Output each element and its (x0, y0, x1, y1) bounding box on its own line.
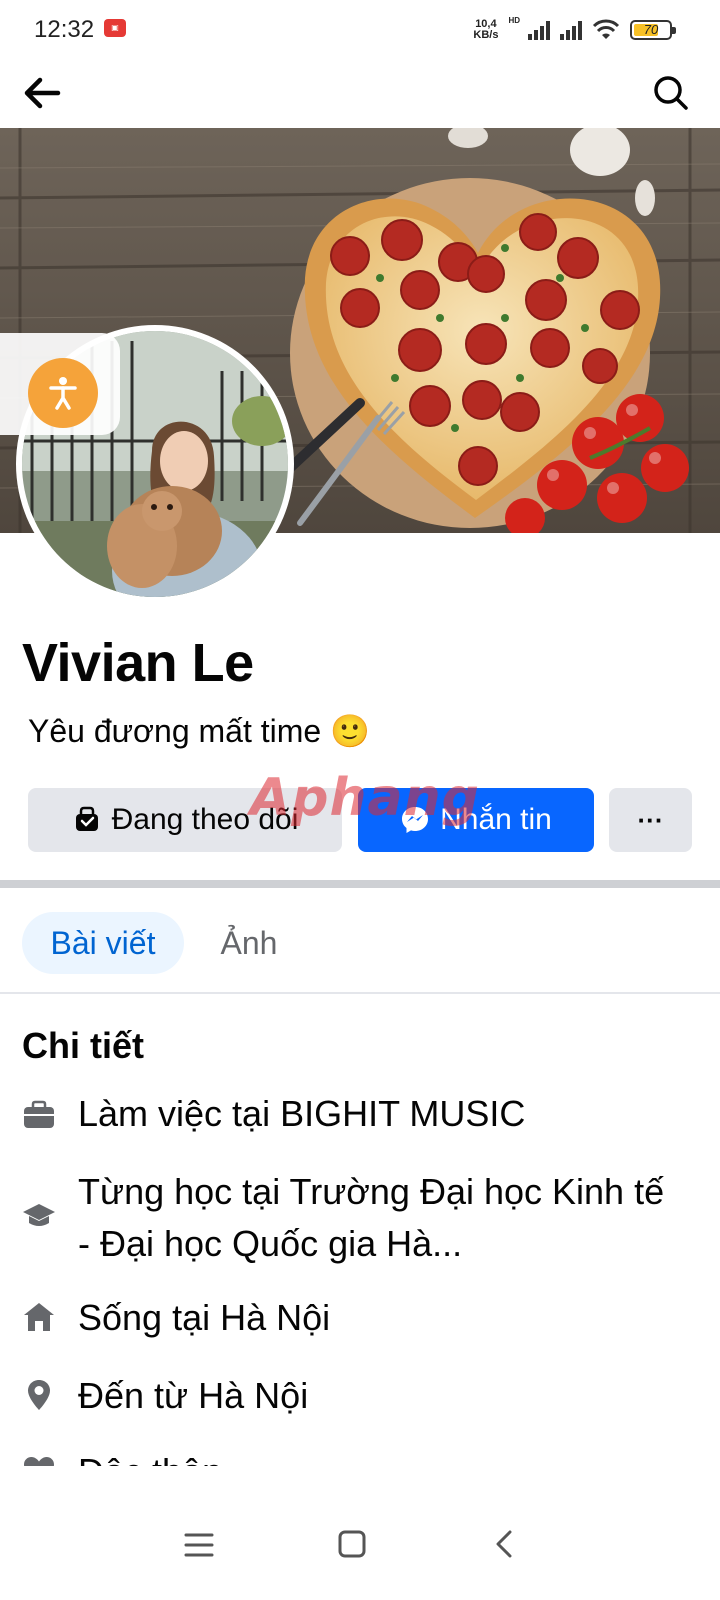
profile-screen: 12:32 ▣ 10,4 KB/s HD 70 Vivian Le Yêu đư… (0, 0, 720, 1600)
tab-photos[interactable]: Ảnh (204, 912, 294, 974)
profile-tabs: Bài viết Ảnh (0, 888, 720, 994)
section-divider (0, 880, 720, 888)
profile-name: Vivian Le (22, 633, 254, 693)
home-button-icon[interactable] (337, 1529, 367, 1559)
network-speed-unit: KB/s (473, 29, 499, 41)
system-nav-bar (0, 1500, 720, 1600)
battery-level: 70 (643, 22, 659, 37)
tab-posts[interactable]: Bài viết (22, 912, 184, 974)
network-speed: 10,4 KB/s (473, 19, 498, 41)
arrow-left-icon (24, 77, 61, 109)
wifi-icon (592, 19, 620, 39)
home-icon (24, 1303, 54, 1331)
top-nav (0, 60, 720, 128)
location-pin-icon (28, 1380, 50, 1410)
message-label: Nhắn tin (440, 803, 552, 836)
accessibility-icon (49, 377, 77, 410)
profile-actions: Đang theo dõi Nhắn tin ··· (28, 788, 692, 852)
hd-label: HD (508, 16, 520, 25)
search-icon (654, 76, 688, 110)
search-button[interactable] (646, 68, 696, 118)
signal-2-icon (560, 20, 582, 40)
profile-bio: Yêu đương mất time 🙂 (28, 713, 370, 749)
message-button[interactable]: Nhắn tin (358, 788, 594, 852)
detail-lives-in-text: Sống tại Hà Nội (78, 1297, 331, 1338)
detail-work-text: Làm việc tại BIGHIT MUSIC (78, 1093, 526, 1134)
recent-apps-icon[interactable] (184, 1530, 214, 1560)
following-button[interactable]: Đang theo dõi (28, 788, 342, 852)
status-icons: 10,4 KB/s HD 70 (473, 16, 676, 44)
briefcase-icon (24, 1100, 54, 1128)
following-label: Đang theo dõi (111, 803, 299, 836)
graduation-cap-icon (23, 1204, 55, 1226)
status-bar: 12:32 ▣ 10,4 KB/s HD 70 (0, 0, 720, 60)
details-heading: Chi tiết (22, 1025, 144, 1066)
back-button[interactable] (18, 68, 68, 118)
detail-from-text: Đến từ Hà Nội (78, 1375, 309, 1416)
following-icon (75, 806, 98, 831)
battery-icon: 70 (630, 20, 676, 40)
more-options-icon: ··· (637, 804, 664, 835)
accessibility-button[interactable] (28, 358, 98, 428)
system-back-icon[interactable] (490, 1529, 520, 1559)
status-time: 12:32 (34, 16, 95, 43)
more-options-button[interactable]: ··· (609, 788, 692, 852)
detail-relationship-text: Độc thân (78, 1446, 678, 1466)
signal-1-icon (528, 20, 550, 40)
heart-icon (24, 1457, 54, 1466)
notification-app-icon: ▣ (104, 19, 126, 37)
messenger-icon (402, 807, 429, 833)
detail-education-text: Từng học tại Trường Đại học Kinh tế - Đạ… (78, 1171, 665, 1264)
detail-relationship[interactable]: Độc thân (0, 1446, 720, 1466)
